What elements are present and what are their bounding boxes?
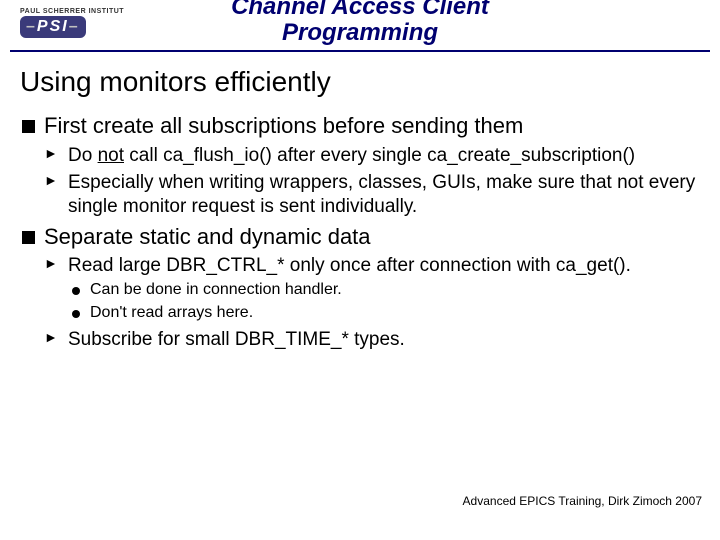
bullet-2-text: Separate static and dynamic data — [44, 224, 371, 249]
bullet-2-1: Read large DBR_CTRL_* only once after co… — [44, 254, 700, 323]
underline-not: not — [98, 145, 124, 166]
section-heading: Using monitors efficiently — [20, 66, 700, 98]
bullet-1-2: Especially when writing wrappers, classe… — [44, 171, 700, 219]
bullet-1-text: First create all subscriptions before se… — [44, 113, 523, 138]
slide-footer: Advanced EPICS Training, Dirk Zimoch 200… — [463, 494, 702, 508]
bullet-1: First create all subscriptions before se… — [20, 112, 700, 219]
bullet-2-1-1: Can be done in connection handler. — [68, 280, 700, 301]
title-line-2: Programming — [282, 19, 438, 46]
bullet-2-2: Subscribe for small DBR_TIME_* types. — [44, 328, 700, 352]
bullet-2-1-2: Don't read arrays here. — [68, 303, 700, 324]
logo-institute-text: PAUL SCHERRER INSTITUT — [20, 8, 124, 15]
psi-logo: PAUL SCHERRER INSTITUT –PSI– — [20, 8, 124, 38]
bullet-1-1: Do not call ca_flush_io() after every si… — [44, 144, 700, 168]
logo-text: –PSI– — [26, 18, 80, 35]
title-line-1: Channel Access Client — [231, 0, 489, 20]
slide-content: Using monitors efficiently First create … — [0, 52, 720, 351]
bullet-2: Separate static and dynamic data Read la… — [20, 223, 700, 352]
slide-header: PAUL SCHERRER INSTITUT –PSI– Channel Acc… — [10, 0, 710, 52]
logo-badge: –PSI– — [20, 16, 86, 38]
bullet-list: First create all subscriptions before se… — [20, 112, 700, 351]
